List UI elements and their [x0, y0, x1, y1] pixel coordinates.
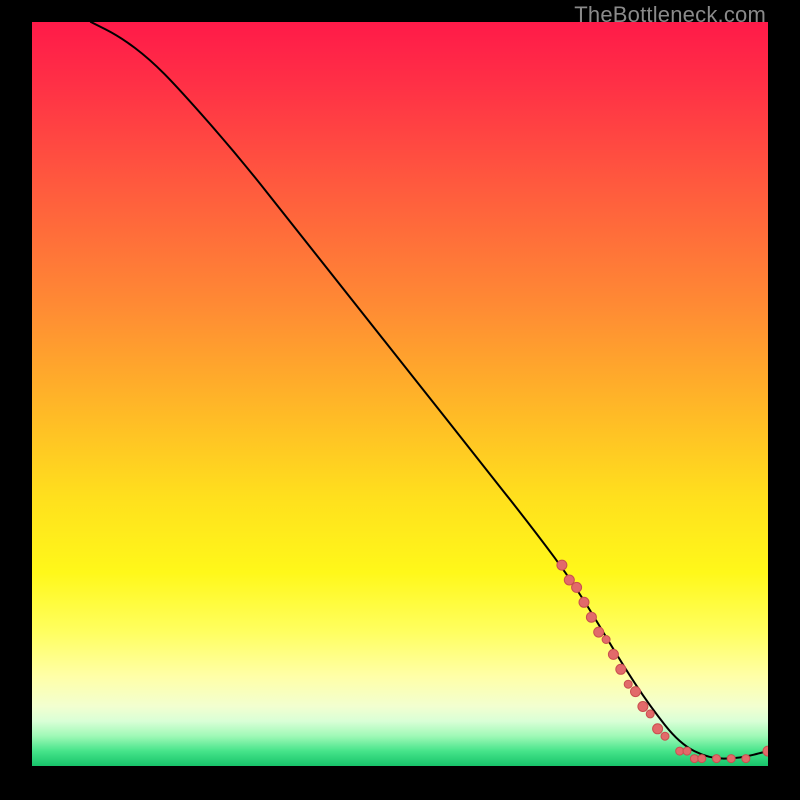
scatter-dot: [646, 710, 654, 718]
scatter-dot: [698, 755, 706, 763]
scatter-dot: [586, 612, 596, 622]
scatter-dot: [638, 702, 648, 712]
bottleneck-curve: [91, 22, 768, 759]
scatter-dot: [713, 755, 721, 763]
scatter-dot: [616, 664, 626, 674]
chart-frame: TheBottleneck.com: [0, 0, 800, 800]
scatter-dot: [594, 627, 604, 637]
scatter-dot: [683, 747, 691, 755]
scatter-dot: [661, 732, 669, 740]
scatter-dot: [624, 680, 632, 688]
scatter-dot: [742, 755, 750, 763]
scatter-dot: [602, 636, 610, 644]
scatter-dot: [572, 582, 582, 592]
scatter-dot: [653, 724, 663, 734]
scatter-dot: [763, 746, 768, 756]
chart-svg: [32, 22, 768, 766]
scatter-dot: [557, 560, 567, 570]
scatter-dot: [690, 755, 698, 763]
plot-area: [32, 22, 768, 766]
scatter-dot: [631, 687, 641, 697]
scatter-dot: [608, 649, 618, 659]
scatter-highlight: [557, 560, 768, 763]
scatter-dot: [727, 755, 735, 763]
scatter-dot: [579, 597, 589, 607]
